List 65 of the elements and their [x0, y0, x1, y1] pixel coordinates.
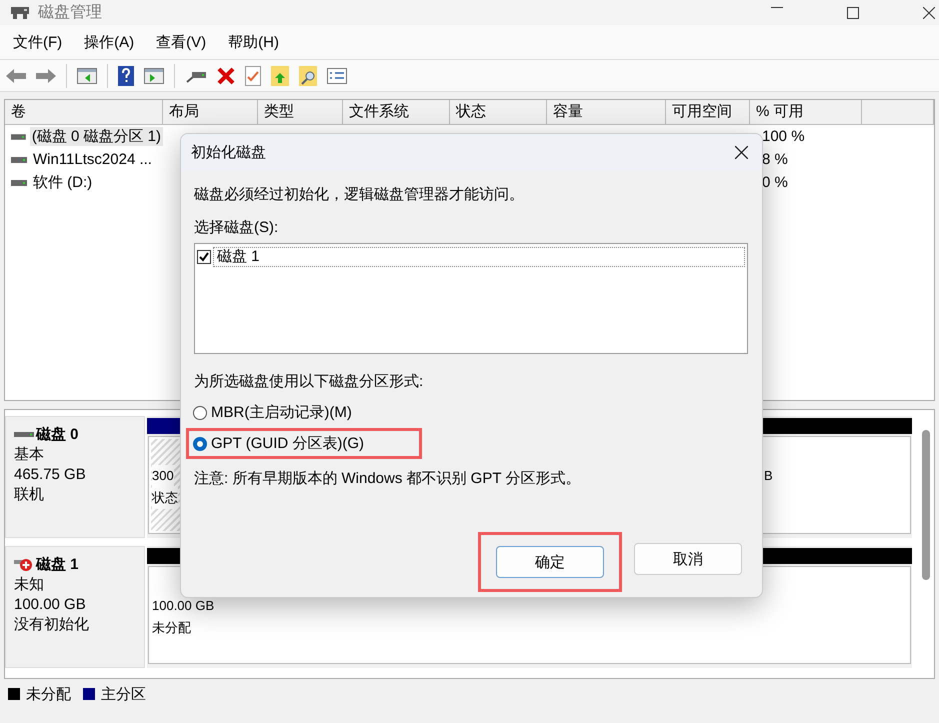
console-tree-icon[interactable]	[77, 68, 97, 84]
window-title: 磁盘管理	[38, 3, 102, 23]
scrollbar[interactable]	[922, 430, 930, 580]
disk-label-panel[interactable]: 磁盘 0 基本 465.75 GB 联机	[5, 416, 145, 538]
help-icon[interactable]	[118, 66, 134, 86]
legend-label: 主分区	[101, 684, 146, 704]
volume-name[interactable]: (磁盘 0 磁盘分区 1)	[30, 127, 163, 146]
disk-type: 未知	[14, 575, 45, 595]
disk-size: 100.00 GB	[14, 595, 87, 615]
partition-text: 300	[152, 465, 174, 487]
table-cell: 8 %	[762, 151, 788, 168]
column-header[interactable]: 文件系统	[343, 100, 450, 124]
column-header[interactable]: % 可用	[750, 100, 862, 124]
legend-label: 未分配	[26, 684, 71, 704]
radio-button[interactable]	[193, 406, 207, 420]
drive-icon	[11, 156, 27, 164]
menu-item[interactable]: 操作(A)	[73, 32, 146, 52]
column-header[interactable]: 状态	[450, 100, 547, 124]
dialog-button[interactable]: 确定	[496, 546, 604, 578]
disk-status: 联机	[14, 485, 45, 505]
menu-item[interactable]: 帮助(H)	[217, 32, 290, 52]
dialog-title: 初始化磁盘	[191, 143, 266, 162]
app-icon	[10, 4, 30, 20]
table-cell: 100 %	[762, 128, 805, 145]
radio-option[interactable]: MBR(主启动记录)(M)	[193, 403, 415, 422]
dialog-button[interactable]: 取消	[634, 543, 742, 575]
radio-button[interactable]	[193, 436, 207, 450]
disk-name: 磁盘 0	[36, 425, 79, 445]
radio-option[interactable]: GPT (GUID 分区表)(G)	[193, 434, 415, 453]
volume-name[interactable]: 软件 (D:)	[31, 173, 94, 192]
minimize-icon[interactable]	[771, 6, 783, 8]
list-label: 选择磁盘(S):	[194, 218, 280, 237]
column-header[interactable]: 类型	[258, 100, 343, 124]
column-header[interactable]: 卷	[5, 100, 163, 124]
list-item[interactable]: 磁盘 1	[213, 247, 745, 267]
maximize-icon[interactable]	[847, 6, 859, 18]
checklist-document-icon[interactable]	[245, 66, 261, 86]
partition-block[interactable]: B	[761, 437, 910, 533]
volume-name[interactable]: Win11Ltsc2024 ...	[31, 151, 154, 168]
menu-item[interactable]: 文件(F)	[2, 32, 74, 52]
partition-text: 状态	[152, 487, 178, 509]
forward-icon[interactable]	[36, 68, 56, 84]
close-icon[interactable]	[923, 6, 935, 18]
delete-icon[interactable]	[217, 66, 235, 84]
column-header[interactable]: 可用空间	[666, 100, 750, 124]
dialog-message: 磁盘必须经过初始化，逻辑磁盘管理器才能访问。	[194, 185, 525, 204]
close-icon[interactable]	[735, 146, 748, 159]
checkbox[interactable]	[197, 250, 211, 264]
action-pane-icon[interactable]	[144, 68, 164, 84]
drive-icon	[11, 132, 26, 140]
disk-type: 基本	[14, 445, 45, 465]
column-header[interactable]: 容量	[547, 100, 666, 124]
folder-up-icon[interactable]	[271, 66, 289, 86]
back-icon[interactable]	[6, 68, 26, 84]
disk-size: 465.75 GB	[14, 465, 87, 485]
disk-name: 磁盘 1	[36, 555, 79, 575]
drive-icon	[11, 178, 27, 186]
column-header[interactable]: 布局	[163, 100, 258, 124]
style-label: 为所选磁盘使用以下磁盘分区形式:	[194, 372, 424, 391]
disk-label-panel[interactable]: 磁盘 1 未知 100.00 GB 没有初始化	[5, 546, 145, 668]
folder-search-icon[interactable]	[299, 66, 317, 86]
disk-status: 没有初始化	[14, 615, 90, 635]
note-text: 注意: 所有早期版本的 Windows 都不识别 GPT 分区形式。	[194, 469, 582, 488]
menu-item[interactable]: 查看(V)	[145, 32, 218, 52]
properties-list-icon[interactable]	[327, 68, 347, 84]
